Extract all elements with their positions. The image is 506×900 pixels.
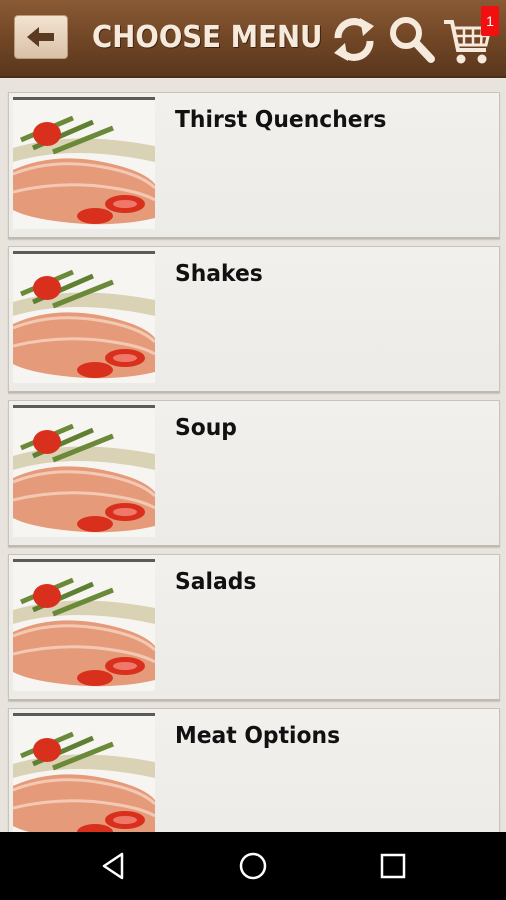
- nav-home-button[interactable]: [237, 850, 269, 882]
- back-arrow-icon: [27, 27, 54, 47]
- search-icon: [390, 17, 435, 63]
- menu-item-soup[interactable]: Soup: [8, 400, 500, 547]
- nav-recents-button[interactable]: [377, 850, 409, 882]
- menu-item-meat-options[interactable]: Meat Options: [8, 708, 500, 832]
- refresh-button[interactable]: [330, 14, 378, 64]
- page-title: CHOOSE MENU: [92, 20, 323, 55]
- app-header: CHOOSE MENU 1: [0, 0, 506, 78]
- system-nav-bar: [0, 832, 506, 900]
- menu-item-label: Soup: [175, 415, 237, 441]
- nav-back-icon: [102, 852, 124, 880]
- menu-item-label: Shakes: [175, 261, 263, 287]
- menu-item-thirst-quenchers[interactable]: Thirst Quenchers: [8, 92, 500, 239]
- refresh-icon: [334, 18, 374, 61]
- cart-count-badge: 1: [481, 6, 499, 36]
- menu-item-thumbnail: [13, 251, 155, 383]
- search-button[interactable]: [386, 14, 436, 64]
- menu-item-thumbnail: [13, 559, 155, 691]
- menu-item-thumbnail: [13, 97, 155, 229]
- nav-recents-icon: [380, 853, 406, 879]
- menu-item-shakes[interactable]: Shakes: [8, 246, 500, 393]
- menu-list: Thirst Quenchers Shakes Soup Salads Meat…: [0, 80, 506, 832]
- nav-home-icon: [239, 852, 267, 880]
- nav-back-button[interactable]: [98, 850, 130, 882]
- menu-item-label: Thirst Quenchers: [175, 107, 387, 133]
- menu-item-label: Meat Options: [175, 723, 341, 749]
- back-button[interactable]: [14, 15, 68, 59]
- menu-item-thumbnail: [13, 405, 155, 537]
- menu-item-salads[interactable]: Salads: [8, 554, 500, 701]
- menu-item-label: Salads: [175, 569, 257, 595]
- menu-item-thumbnail: [13, 713, 155, 832]
